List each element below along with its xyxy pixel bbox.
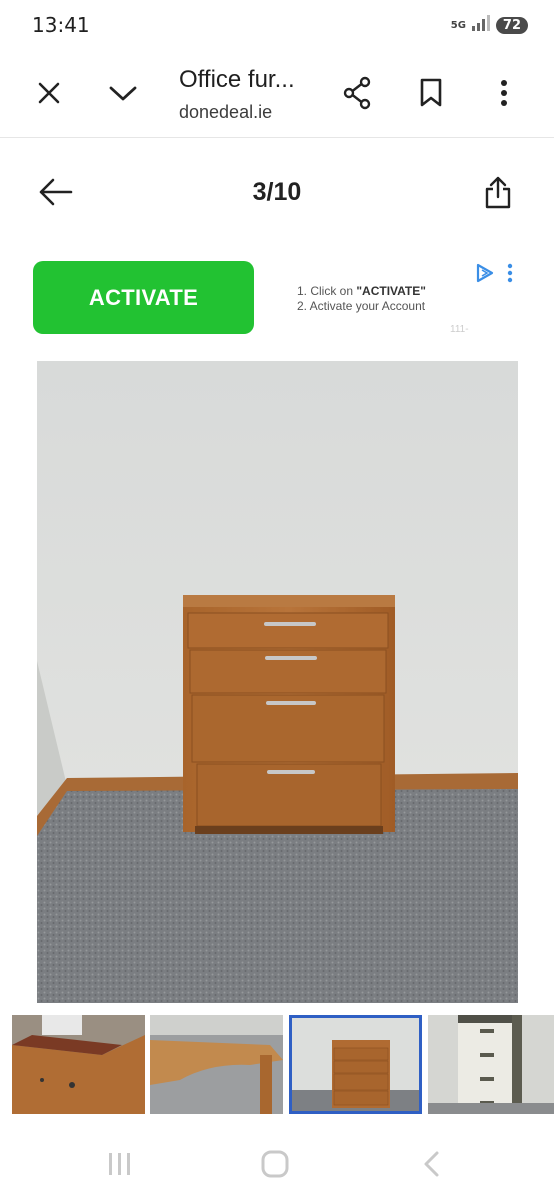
close-icon[interactable] [25, 69, 73, 117]
ad-step-2: 2. Activate your Account [297, 299, 426, 313]
main-listing-photo[interactable] [37, 361, 518, 1003]
browser-toolbar: Office fur... donedeal.ie [0, 52, 554, 138]
ad-choices-icon[interactable] [475, 262, 519, 284]
battery-icon: 72 [495, 17, 528, 34]
status-time: 13:41 [32, 13, 90, 37]
home-icon[interactable] [253, 1144, 297, 1184]
signal-icon [470, 14, 492, 37]
thumbnail-1[interactable] [12, 1015, 145, 1114]
back-icon[interactable] [410, 1144, 454, 1184]
page-url[interactable]: donedeal.ie [179, 102, 272, 123]
ad-banner: ACTIVATE 1. Click on "ACTIVATE" 2. Activ… [0, 254, 554, 346]
ad-steps: 1. Click on "ACTIVATE" 2. Activate your … [297, 284, 426, 314]
share-upload-icon[interactable] [474, 168, 522, 216]
system-nav-bar [0, 1130, 554, 1200]
status-right: 5G 72 [451, 14, 528, 37]
gallery-header: 3/10 [0, 160, 554, 224]
ad-faint-text: 111- [450, 324, 469, 335]
more-vert-icon[interactable] [480, 69, 528, 117]
network-label: 5G [450, 19, 466, 31]
bookmark-icon[interactable] [407, 69, 455, 117]
status-bar: 13:41 5G 72 [0, 0, 554, 52]
chevron-down-icon[interactable] [99, 69, 147, 117]
ad-step-1: 1. Click on "ACTIVATE" [297, 284, 426, 298]
thumbnail-3[interactable] [289, 1015, 422, 1114]
chest-of-drawers [183, 595, 395, 834]
recent-apps-icon[interactable] [98, 1144, 142, 1184]
activate-button[interactable]: ACTIVATE [33, 261, 254, 334]
page-title[interactable]: Office fur... [179, 66, 295, 94]
thumbnail-strip [0, 1015, 554, 1115]
share-icon[interactable] [333, 69, 381, 117]
image-counter: 3/10 [252, 178, 302, 206]
thumbnail-4[interactable] [428, 1015, 554, 1114]
thumbnail-2[interactable] [150, 1015, 283, 1114]
